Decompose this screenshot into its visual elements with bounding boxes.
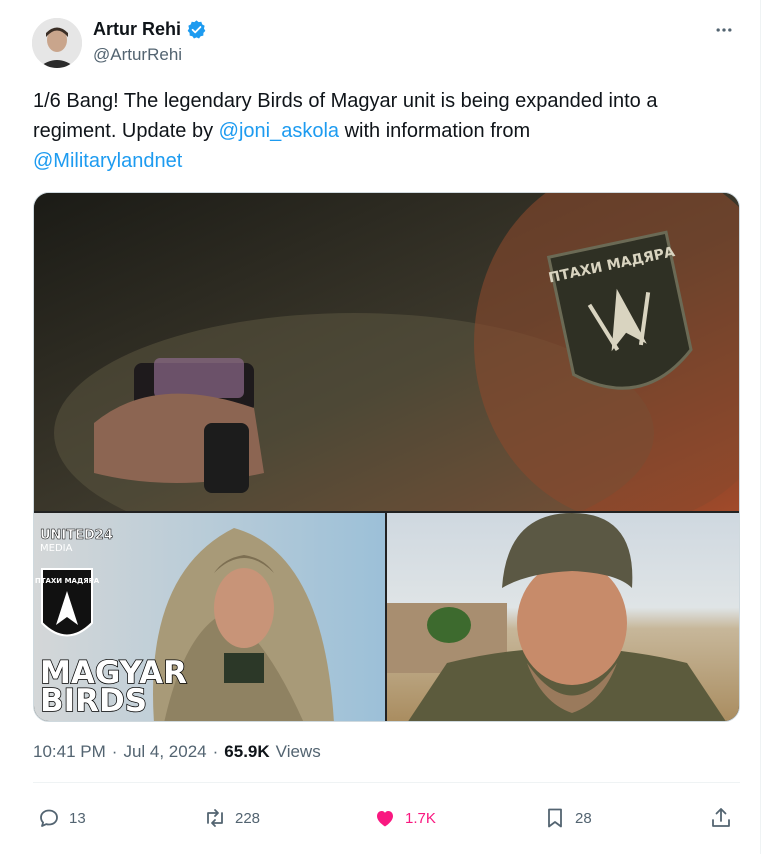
author-handle[interactable]: @ArturRehi	[93, 45, 182, 65]
avatar[interactable]	[32, 18, 82, 68]
share-button[interactable]	[709, 800, 733, 836]
brand-line1: UNITED24	[40, 528, 113, 543]
tweet-photo[interactable]: ПТАХИ МАДЯРА	[34, 193, 739, 511]
brand-line2: MEDIA	[40, 543, 73, 554]
mention-link[interactable]: @joni_askola	[219, 120, 339, 142]
patch-text: ПТАХИ МАДЯРА	[35, 577, 100, 585]
tweet-date[interactable]: Jul 4, 2024	[123, 742, 206, 762]
views-count: 65.9K	[224, 742, 270, 761]
retweet-button[interactable]: 228	[203, 800, 260, 836]
reply-count: 13	[69, 809, 86, 827]
tweet-text: 1/6 Bang! The legendary Birds of Magyar …	[33, 86, 733, 176]
media-grid: ПТАХИ МАДЯРА UNITED24 MEDIA ПТАХИ МАДЯРА…	[33, 192, 740, 722]
tweet-time[interactable]: 10:41 PM	[33, 742, 106, 762]
divider	[33, 782, 740, 783]
more-horizontal-icon[interactable]	[710, 16, 738, 44]
tweet-text-part: with information from	[339, 120, 531, 142]
like-button[interactable]: 1.7K	[373, 800, 436, 836]
reply-icon	[40, 809, 58, 827]
like-count: 1.7K	[405, 809, 436, 827]
separator: ·	[212, 742, 219, 761]
verified-badge-icon	[186, 19, 207, 40]
views-label: Views	[275, 742, 321, 761]
author-name[interactable]: Artur Rehi	[93, 19, 181, 40]
title-line2: BIRDS	[40, 683, 147, 719]
tweet-photo[interactable]	[387, 513, 739, 721]
heart-icon	[377, 811, 393, 827]
reply-button[interactable]: 13	[37, 800, 86, 836]
tweet-meta: 10:41 PM · Jul 4, 2024 · 65.9K Views	[33, 742, 321, 762]
separator: ·	[111, 742, 118, 761]
share-icon	[712, 808, 730, 827]
action-bar: 13 228 1.7K 28	[33, 800, 740, 836]
retweet-count: 228	[235, 809, 261, 827]
bookmark-icon	[548, 808, 562, 828]
tweet-card: Artur Rehi @ArturRehi 1/6 Bang! The lege…	[0, 0, 761, 854]
tweet-photo[interactable]: UNITED24 MEDIA ПТАХИ МАДЯРА MAGYAR BIRDS	[34, 513, 385, 721]
mention-link[interactable]: @Militarylandnet	[33, 150, 182, 172]
author-name-row: Artur Rehi	[93, 19, 207, 40]
retweet-icon	[207, 809, 223, 827]
bookmark-button[interactable]: 28	[543, 800, 592, 836]
bookmark-count: 28	[575, 809, 592, 827]
